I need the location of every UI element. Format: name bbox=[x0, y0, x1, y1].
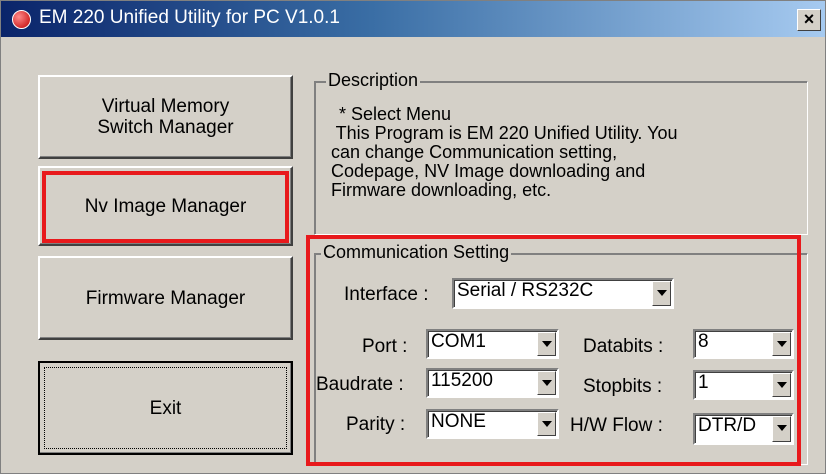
interface-label: Interface : bbox=[344, 284, 429, 305]
chevron-down-icon[interactable] bbox=[537, 332, 556, 356]
databits-select[interactable]: 8 bbox=[693, 329, 794, 359]
description-line: This Program is EM 220 Unified Utility. … bbox=[331, 123, 678, 143]
exit-button[interactable]: Exit bbox=[38, 361, 293, 455]
chevron-down-icon[interactable] bbox=[652, 281, 671, 306]
parity-value: NONE bbox=[431, 411, 486, 432]
baudrate-select[interactable]: 115200 bbox=[426, 368, 559, 398]
interface-select[interactable]: Serial / RS232C bbox=[452, 278, 674, 309]
stopbits-select[interactable]: 1 bbox=[693, 370, 794, 400]
virtual-memory-switch-manager-button[interactable]: Virtual Memory Switch Manager bbox=[38, 75, 293, 159]
nv-image-manager-label: Nv Image Manager bbox=[84, 195, 247, 217]
nv-image-manager-button[interactable]: Nv Image Manager bbox=[38, 166, 293, 246]
firmware-manager-label: Firmware Manager bbox=[85, 287, 246, 309]
port-label: Port : bbox=[362, 336, 408, 357]
utility-window: EM 220 Unified Utility for PC V1.0.1 × V… bbox=[0, 0, 826, 474]
chevron-down-icon[interactable] bbox=[772, 373, 791, 397]
virtual-memory-label-line1: Virtual Memory bbox=[101, 96, 230, 117]
databits-label: Databits : bbox=[583, 336, 664, 357]
parity-label: Parity : bbox=[346, 414, 406, 435]
description-line: Firmware downloading, etc. bbox=[331, 180, 552, 200]
window-title: EM 220 Unified Utility for PC V1.0.1 bbox=[39, 7, 340, 28]
chevron-down-icon[interactable] bbox=[537, 412, 556, 436]
description-line: Codepage, NV Image downloading and bbox=[331, 161, 646, 181]
description-group-title: Description bbox=[326, 70, 421, 91]
description-text: * Select Menu This Program is EM 220 Uni… bbox=[331, 105, 801, 200]
baudrate-label: Baudrate : bbox=[316, 374, 404, 395]
baudrate-value: 115200 bbox=[431, 370, 493, 391]
stopbits-label: Stopbits : bbox=[583, 376, 663, 397]
app-logo-icon bbox=[12, 10, 31, 29]
stopbits-value: 1 bbox=[698, 372, 709, 393]
chevron-down-icon[interactable] bbox=[772, 416, 791, 442]
virtual-memory-label-line2: Switch Manager bbox=[97, 117, 234, 138]
firmware-manager-button[interactable]: Firmware Manager bbox=[38, 256, 293, 340]
communication-setting-title: Communication Setting bbox=[321, 242, 512, 263]
port-value: COM1 bbox=[431, 331, 486, 352]
databits-value: 8 bbox=[698, 331, 709, 352]
hw-flow-select[interactable]: DTR/D bbox=[693, 413, 794, 445]
chevron-down-icon[interactable] bbox=[537, 371, 556, 395]
description-line: * Select Menu bbox=[339, 104, 452, 124]
interface-value: Serial / RS232C bbox=[457, 280, 594, 301]
hw-flow-value: DTR/D bbox=[698, 415, 757, 436]
parity-select[interactable]: NONE bbox=[426, 409, 559, 439]
hw-flow-label: H/W Flow : bbox=[570, 415, 663, 436]
description-line: can change Communication setting, bbox=[331, 142, 618, 162]
title-bar: EM 220 Unified Utility for PC V1.0.1 × bbox=[1, 1, 825, 37]
close-button[interactable]: × bbox=[797, 9, 821, 31]
chevron-down-icon[interactable] bbox=[772, 332, 791, 356]
focus-rectangle bbox=[44, 367, 287, 449]
close-icon: × bbox=[803, 9, 815, 29]
port-select[interactable]: COM1 bbox=[426, 329, 559, 359]
